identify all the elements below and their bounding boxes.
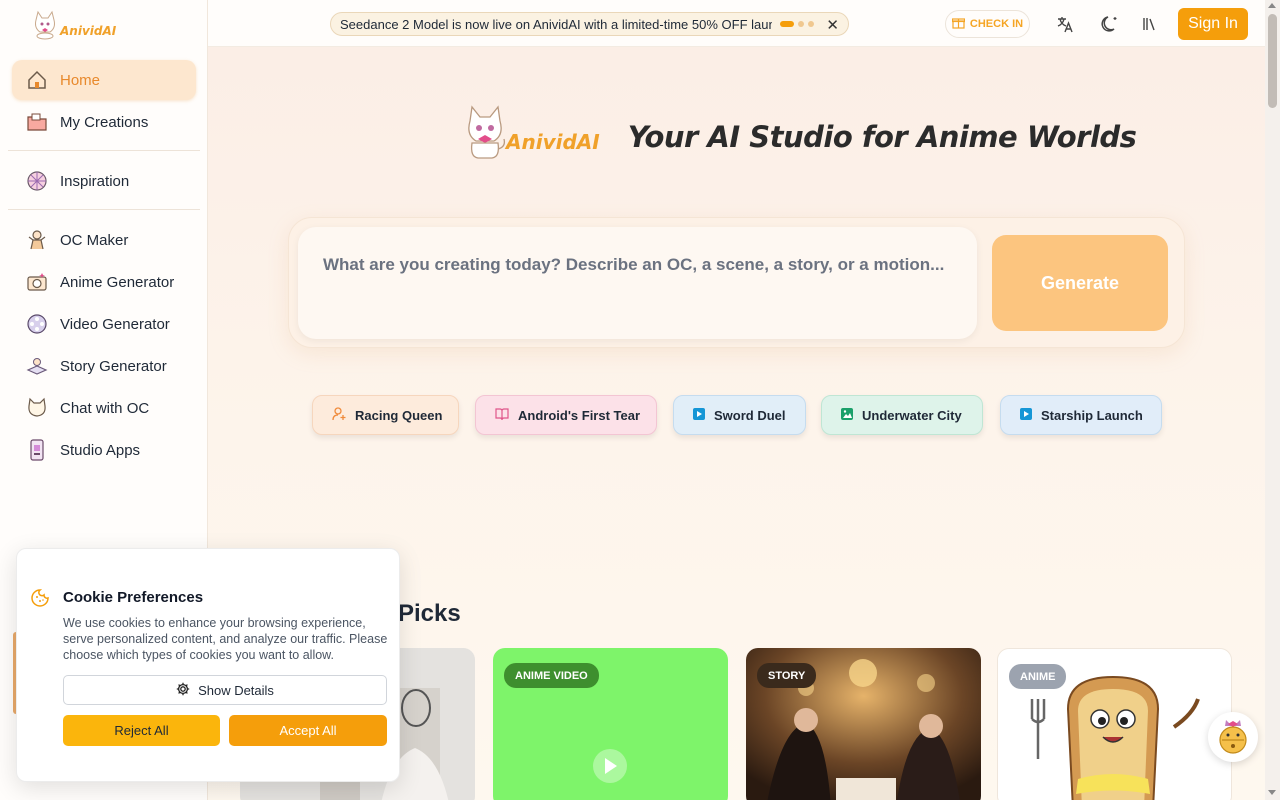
sidebar-item-label: Story Generator (60, 357, 167, 375)
sidebar-item-label: OC Maker (60, 231, 129, 249)
chip-sword-duel[interactable]: Sword Duel (673, 395, 806, 435)
sidebar-nav: Home My Creations Inspiration OC Maker A… (8, 60, 200, 472)
moon-icon[interactable] (1098, 12, 1122, 36)
gear-icon (176, 682, 190, 699)
sidebar-item-my-creations[interactable]: My Creations (12, 102, 196, 142)
media-card-anime[interactable]: ANIME (997, 648, 1232, 800)
folder-icon (26, 111, 48, 133)
gift-icon (951, 16, 966, 32)
sidebar-item-label: My Creations (60, 113, 149, 131)
card-badge: ANIME VIDEO (504, 663, 599, 688)
announcement-text: Seedance 2 Model is now live on AnividAI… (340, 16, 772, 32)
cookie-description: We use cookies to enhance your browsing … (63, 616, 388, 662)
sidebar-item-video-generator[interactable]: Video Generator (12, 304, 196, 344)
prompt-input[interactable]: What are you creating today? Describe an… (298, 227, 977, 339)
scrollbar[interactable] (1265, 0, 1280, 800)
card-badge: STORY (757, 663, 817, 688)
sidebar-item-label: Anime Generator (60, 273, 175, 291)
check-in-label: CHECK IN (969, 18, 1024, 30)
cat-mascot-icon (468, 105, 506, 159)
divider (8, 150, 200, 151)
prompt-panel: What are you creating today? Describe an… (288, 217, 1185, 348)
assistant-mascot-button[interactable] (1208, 712, 1258, 762)
cookie-dialog: Cookie Preferences We use cookies to enh… (16, 548, 400, 782)
sidebar-item-chat-with-oc[interactable]: Chat with OC (12, 388, 196, 428)
section-title: Picks (398, 600, 461, 627)
sidebar-item-inspiration[interactable]: Inspiration (12, 161, 196, 201)
library-icon[interactable] (1138, 12, 1162, 36)
cat-mascot-icon (35, 10, 55, 40)
chip-label: Sword Duel (714, 407, 786, 423)
film-reel-icon (26, 313, 48, 335)
chip-androids-first-tear[interactable]: Android's First Tear (475, 395, 657, 435)
cat-bell-icon (1219, 720, 1247, 754)
phone-apps-icon (26, 439, 48, 461)
sidebar-item-label: Chat with OC (60, 399, 150, 417)
play-icon (693, 407, 705, 423)
carousel-dots[interactable] (780, 21, 814, 27)
logo-text: AnividAI (60, 24, 117, 38)
sidebar-item-label: Inspiration (60, 172, 130, 190)
carousel-dot[interactable] (780, 21, 794, 27)
sidebar-item-home[interactable]: Home (12, 60, 196, 100)
cat-head-icon (26, 397, 48, 419)
scrollbar-thumb[interactable] (1268, 14, 1277, 108)
chip-label: Android's First Tear (518, 407, 641, 423)
hero-header: AnividAI Your AI Studio for Anime Worlds (462, 103, 1137, 161)
house-icon (26, 69, 48, 91)
divider (8, 209, 200, 210)
cookie-title: Cookie Preferences (63, 589, 204, 606)
cookie-icon (31, 589, 49, 612)
sidebar-item-oc-maker[interactable]: OC Maker (12, 220, 196, 260)
show-details-label: Show Details (198, 682, 274, 698)
scroll-up-arrow[interactable] (1268, 3, 1276, 8)
sidebar-item-anime-generator[interactable]: Anime Generator (12, 262, 196, 302)
accept-all-button[interactable]: Accept All (229, 715, 387, 746)
show-details-button[interactable]: Show Details (63, 675, 387, 705)
close-icon[interactable]: ✕ (826, 16, 839, 34)
carousel-dot[interactable] (798, 21, 804, 27)
character-icon (26, 229, 48, 251)
announcement-bar[interactable]: Seedance 2 Model is now live on AnividAI… (330, 12, 849, 36)
image-icon (841, 407, 853, 423)
book-icon (26, 355, 48, 377)
sidebar-item-label: Video Generator (60, 315, 170, 333)
generate-button[interactable]: Generate (992, 235, 1168, 331)
sidebar-item-label: Studio Apps (60, 441, 141, 459)
chip-label: Racing Queen (355, 407, 443, 423)
pinwheel-icon (26, 170, 48, 192)
sidebar-item-story-generator[interactable]: Story Generator (12, 346, 196, 386)
camera-icon (26, 271, 48, 293)
chip-label: Underwater City (862, 407, 962, 423)
book-open-icon (495, 407, 509, 424)
scroll-down-arrow[interactable] (1268, 790, 1276, 795)
chip-label: Starship Launch (1041, 407, 1143, 423)
top-bar: Seedance 2 Model is now live on AnividAI… (208, 0, 1265, 47)
chip-racing-queen[interactable]: Racing Queen (312, 395, 459, 435)
sidebar-item-label: Home (60, 71, 101, 89)
hero-brand: AnividAI (506, 130, 600, 154)
page-title: Your AI Studio for Anime Worlds (627, 120, 1137, 154)
reject-all-button[interactable]: Reject All (63, 715, 220, 746)
logo[interactable]: AnividAI (32, 10, 116, 40)
media-card-anime-video[interactable]: ANIME VIDEO (493, 648, 728, 800)
media-card-story[interactable]: STORY (746, 648, 981, 800)
user-plus-icon (332, 406, 346, 424)
check-in-button[interactable]: CHECK IN (945, 10, 1030, 38)
sign-in-button[interactable]: Sign In (1178, 8, 1248, 40)
sidebar-item-studio-apps[interactable]: Studio Apps (12, 430, 196, 470)
prompt-placeholder: What are you creating today? Describe an… (323, 255, 945, 274)
translate-icon[interactable] (1053, 12, 1077, 36)
carousel-dot[interactable] (808, 21, 814, 27)
play-icon (1020, 407, 1032, 423)
chip-underwater-city[interactable]: Underwater City (821, 395, 983, 435)
card-badge: ANIME (1009, 664, 1067, 689)
chip-starship-launch[interactable]: Starship Launch (1000, 395, 1162, 435)
